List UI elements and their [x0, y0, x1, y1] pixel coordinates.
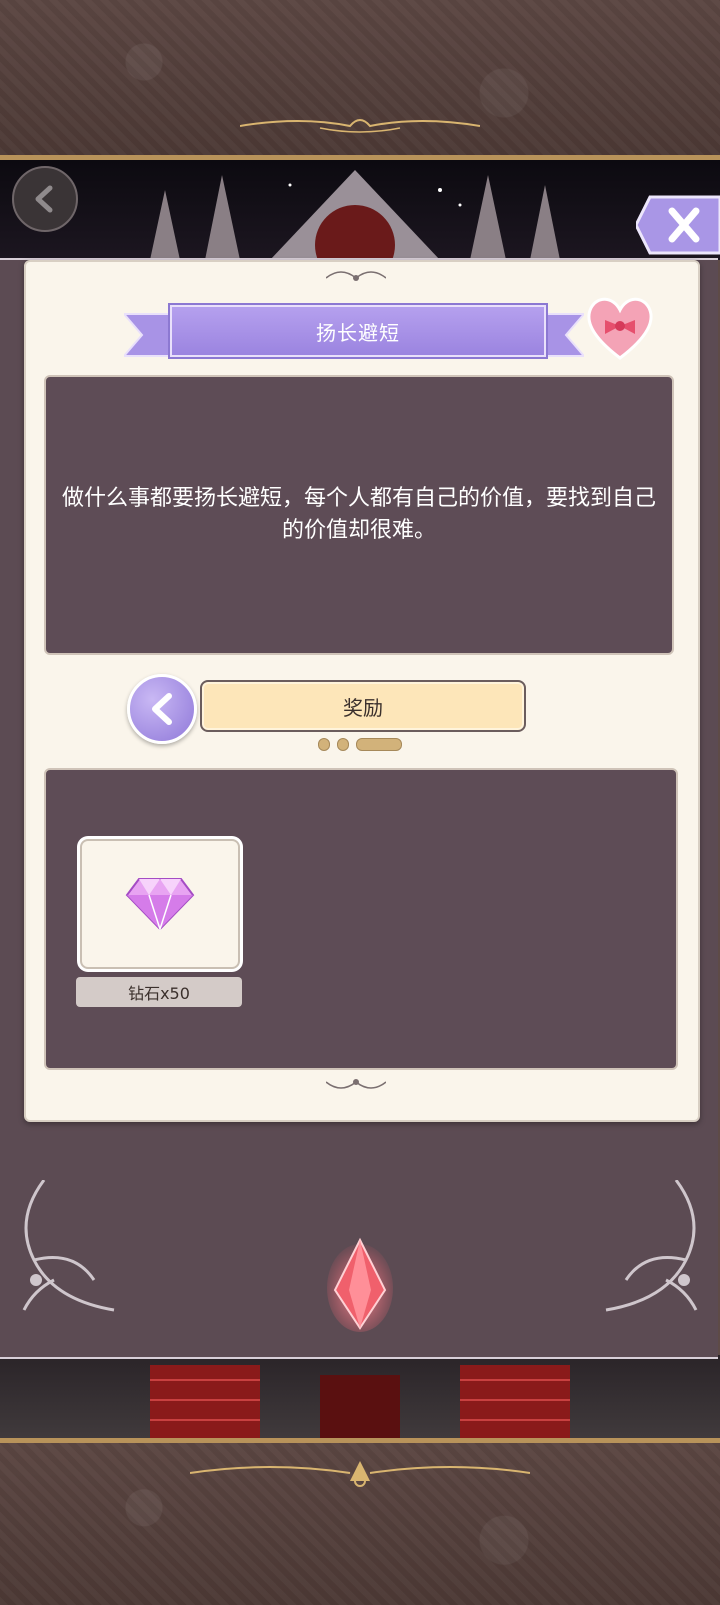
- staircase-scenery: [0, 1355, 720, 1438]
- top-decor-bar: [0, 0, 720, 160]
- page-dot-3-active[interactable]: [356, 738, 402, 751]
- reward-item-label: 钻石x50: [76, 977, 242, 1007]
- chevron-left-icon: [152, 693, 172, 725]
- left-filigree-icon: [22, 1180, 115, 1312]
- reward-tab[interactable]: 奖励: [200, 680, 526, 732]
- bottom-decor-bar: [0, 1438, 720, 1605]
- bottom-ornament-icon: [190, 1461, 530, 1487]
- castle-scenery: [0, 160, 720, 285]
- close-x-icon: [634, 195, 720, 255]
- top-ornament-icon: [240, 119, 480, 133]
- castle-silhouette-icon: [150, 170, 560, 285]
- page-dot-2[interactable]: [337, 738, 349, 751]
- reward-item-slot[interactable]: [80, 839, 240, 969]
- heart-bow-icon: [587, 297, 653, 360]
- close-button[interactable]: [634, 195, 720, 255]
- description-text: 做什么事都要扬长避短，每个人都有自己的价值，要找到自己的价值却很难。: [61, 486, 656, 543]
- red-crystal-icon[interactable]: [327, 1236, 393, 1332]
- back-button[interactable]: [12, 166, 78, 232]
- previous-page-button[interactable]: [127, 674, 197, 744]
- description-panel: 做什么事都要扬长避短，每个人都有自己的价值，要找到自己的价值却很难。: [44, 375, 674, 655]
- staircase-icon: [150, 1365, 570, 1438]
- card-top-ornament-icon: [326, 271, 386, 281]
- chevron-left-icon: [35, 185, 53, 213]
- diamond-icon: [125, 878, 195, 931]
- quest-title: 扬长避短: [170, 305, 546, 357]
- right-filigree-icon: [605, 1180, 698, 1312]
- page-dot-1[interactable]: [318, 738, 330, 751]
- card-bottom-ornament-icon: [326, 1079, 386, 1089]
